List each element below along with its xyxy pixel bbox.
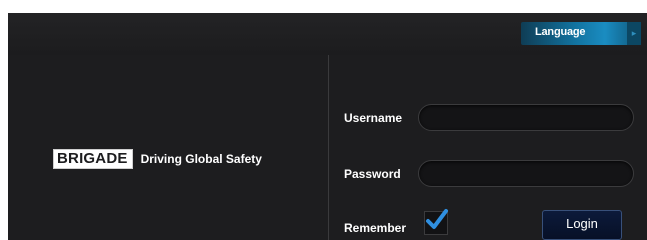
top-bar: Language ▸ — [8, 13, 647, 55]
logo-tagline: Driving Global Safety — [140, 152, 262, 166]
panel-divider — [328, 55, 329, 240]
login-button[interactable]: Login — [542, 210, 622, 240]
checkmark-icon — [426, 209, 448, 229]
language-button[interactable]: Language ▸ — [521, 22, 641, 45]
username-input[interactable] — [418, 104, 634, 131]
remember-checkbox[interactable] — [424, 209, 448, 235]
password-label: Password — [344, 167, 401, 181]
language-label: Language — [535, 26, 586, 38]
remember-label: Remember — [344, 221, 407, 235]
username-label: Username — [344, 111, 403, 125]
logo-wordmark: BRIGADE — [53, 149, 133, 169]
brand-logo: BRIGADE Driving Global Safety — [53, 149, 262, 169]
login-window: Language ▸ BRIGADE Driving Global Safety… — [8, 13, 647, 240]
password-input[interactable] — [418, 160, 634, 187]
chevron-right-icon: ▸ — [627, 22, 641, 45]
